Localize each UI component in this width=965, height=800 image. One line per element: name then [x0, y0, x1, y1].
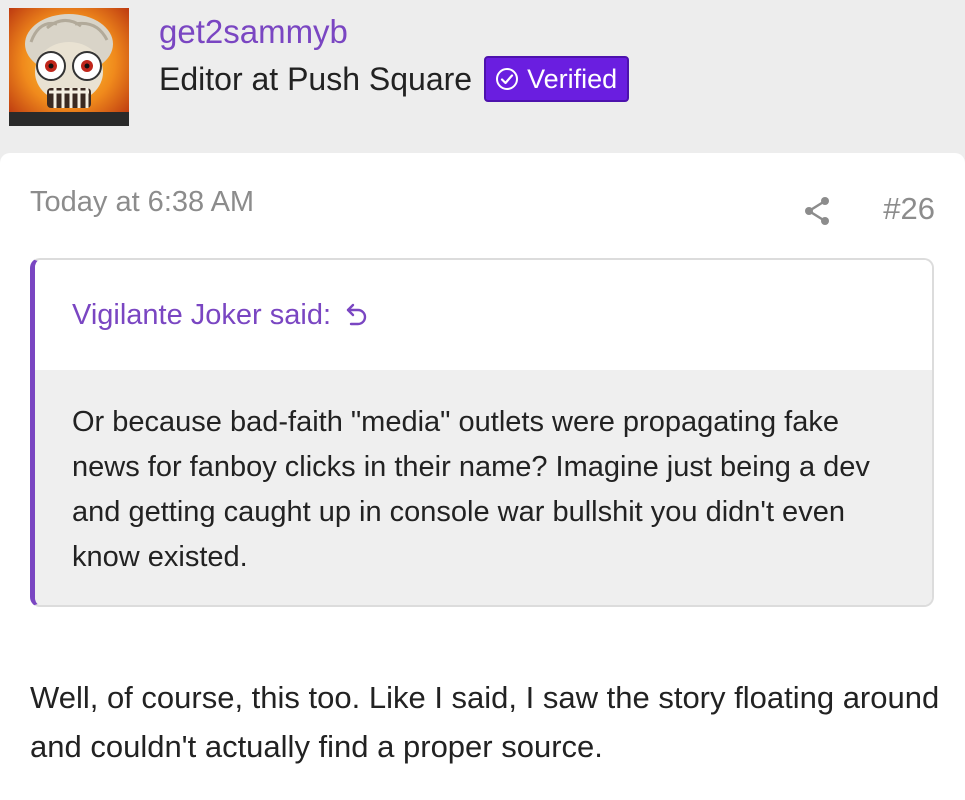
quote-text: Or because bad-faith "media" outlets wer… — [35, 370, 932, 605]
post-card: Today at 6:38 AM #26 Vigilante Joker sai… — [0, 153, 965, 800]
post-body: Well, of course, this too. Like I said, … — [30, 680, 940, 764]
post-author-header: get2sammyb Editor at Push Square Verifie… — [0, 0, 965, 152]
quote-attribution[interactable]: Vigilante Joker said: — [72, 299, 331, 332]
share-icon[interactable] — [804, 196, 830, 226]
verified-badge-label: Verified — [527, 63, 618, 94]
quote-attribution-row[interactable]: Vigilante Joker said: — [35, 260, 932, 370]
avatar-image — [9, 8, 129, 126]
verified-badge: Verified — [484, 56, 630, 102]
post-timestamp[interactable]: Today at 6:38 AM — [30, 186, 254, 219]
quote-block: Vigilante Joker said: Or because bad-fai… — [30, 258, 934, 607]
avatar[interactable] — [9, 8, 129, 126]
jump-to-quote-icon[interactable] — [345, 302, 369, 328]
post-number-link[interactable]: #26 — [883, 191, 935, 227]
author-title: Editor at Push Square — [159, 60, 473, 97]
check-circle-icon — [496, 68, 519, 90]
author-title-row: Editor at Push Square Verified — [159, 56, 630, 102]
author-username[interactable]: get2sammyb — [159, 10, 348, 54]
